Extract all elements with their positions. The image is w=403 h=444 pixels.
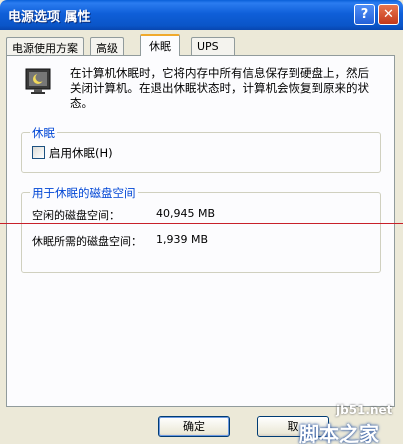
ok-button[interactable]: 确定 [158,416,230,437]
disk-space-group-title: 用于休眠的磁盘空间 [30,185,138,201]
free-space-row: 空闲的磁盘空间： 40,945 MB [32,207,215,223]
required-space-value: 1,939 MB [156,233,209,246]
close-button[interactable]: ✕ [378,4,399,25]
hibernate-monitor-icon [25,68,51,94]
tab-advanced[interactable]: 高级 [90,37,124,55]
window-title: 电源选项 属性 [8,10,91,25]
tab-hibernate[interactable]: 休眠 [140,34,180,56]
enable-hibernate-checkbox[interactable] [32,146,45,159]
title-bar[interactable]: 电源选项 属性 ? ✕ [0,0,403,30]
tab-ups[interactable]: UPS [191,37,235,55]
free-space-label: 空闲的磁盘空间： [32,209,120,222]
hibernate-tab-panel: 在计算机休眠时，它将内存中所有信息保存到硬盘上，然后关闭计算机。在退出休眠状态时… [6,55,395,407]
required-space-row: 休眠所需的磁盘空间： 1,939 MB [32,233,208,249]
hibernate-group-title: 休眠 [30,125,57,141]
hibernate-groupbox: 休眠 启用休眠(H) [21,125,381,173]
free-space-value: 40,945 MB [156,207,216,220]
watermark-url: jb51.net [336,403,393,417]
watermark-text: 脚本之家 [299,422,379,444]
required-space-label: 休眠所需的磁盘空间： [32,235,142,248]
disk-space-groupbox: 用于休眠的磁盘空间 空闲的磁盘空间： 40,945 MB 休眠所需的磁盘空间： … [21,185,381,273]
enable-hibernate-label[interactable]: 启用休眠(H) [49,145,113,161]
hibernate-description: 在计算机休眠时，它将内存中所有信息保存到硬盘上，然后关闭计算机。在退出休眠状态时… [70,66,369,110]
red-guide-line [0,223,403,224]
tab-power-schemes[interactable]: 电源使用方案 [6,37,84,55]
power-options-window: 电源选项 属性 ? ✕ 电源使用方案 高级 休眠 UPS 在计算机休眠时，它将内… [0,0,403,444]
help-button[interactable]: ? [354,4,375,25]
